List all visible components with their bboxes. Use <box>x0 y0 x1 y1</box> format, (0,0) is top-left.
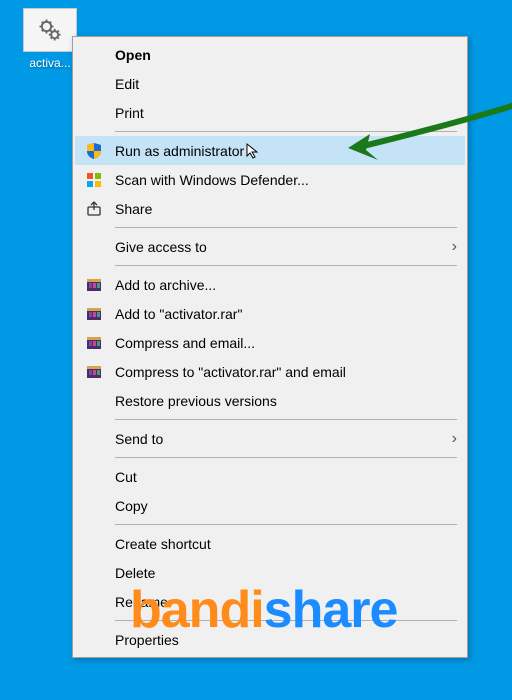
menu-separator <box>115 524 457 525</box>
menu-separator <box>115 265 457 266</box>
annotation-arrow-icon <box>340 100 512 203</box>
menu-label: Add to archive... <box>115 277 216 293</box>
menu-give-access-to[interactable]: Give access to › <box>75 232 465 261</box>
menu-open[interactable]: Open <box>75 40 465 69</box>
menu-edit[interactable]: Edit <box>75 69 465 98</box>
winrar-icon <box>85 363 103 381</box>
menu-rename[interactable]: Rename <box>75 587 465 616</box>
menu-label: Print <box>115 105 144 121</box>
shield-icon <box>85 142 103 160</box>
menu-cut[interactable]: Cut <box>75 462 465 491</box>
mouse-cursor-icon <box>245 142 263 160</box>
batch-file-icon <box>23 8 77 52</box>
menu-separator <box>115 457 457 458</box>
menu-label: Add to "activator.rar" <box>115 306 242 322</box>
menu-label: Compress to "activator.rar" and email <box>115 364 346 380</box>
windows-defender-icon <box>85 171 103 189</box>
menu-label: Properties <box>115 632 179 648</box>
menu-compress-rar-email[interactable]: Compress to "activator.rar" and email <box>75 357 465 386</box>
chevron-right-icon: › <box>452 238 457 256</box>
menu-label: Delete <box>115 565 155 581</box>
menu-label: Rename <box>115 594 168 610</box>
menu-restore-versions[interactable]: Restore previous versions <box>75 386 465 415</box>
menu-label: Send to <box>115 431 163 447</box>
winrar-icon <box>85 305 103 323</box>
menu-add-to-archive[interactable]: Add to archive... <box>75 270 465 299</box>
menu-label: Compress and email... <box>115 335 255 351</box>
menu-label: Scan with Windows Defender... <box>115 172 309 188</box>
menu-label: Open <box>115 47 151 63</box>
menu-label: Share <box>115 201 152 217</box>
winrar-icon <box>85 276 103 294</box>
menu-label: Cut <box>115 469 137 485</box>
menu-separator <box>115 227 457 228</box>
menu-label: Give access to <box>115 239 207 255</box>
menu-label: Create shortcut <box>115 536 211 552</box>
menu-create-shortcut[interactable]: Create shortcut <box>75 529 465 558</box>
share-icon <box>85 200 103 218</box>
menu-add-to-rar[interactable]: Add to "activator.rar" <box>75 299 465 328</box>
menu-label: Restore previous versions <box>115 393 277 409</box>
menu-label: Copy <box>115 498 148 514</box>
menu-send-to[interactable]: Send to › <box>75 424 465 453</box>
chevron-right-icon: › <box>452 430 457 448</box>
menu-properties[interactable]: Properties <box>75 625 465 654</box>
menu-delete[interactable]: Delete <box>75 558 465 587</box>
winrar-icon <box>85 334 103 352</box>
menu-copy[interactable]: Copy <box>75 491 465 520</box>
menu-label: Run as administrator <box>115 143 244 159</box>
menu-separator <box>115 620 457 621</box>
menu-compress-email[interactable]: Compress and email... <box>75 328 465 357</box>
menu-separator <box>115 419 457 420</box>
menu-label: Edit <box>115 76 139 92</box>
